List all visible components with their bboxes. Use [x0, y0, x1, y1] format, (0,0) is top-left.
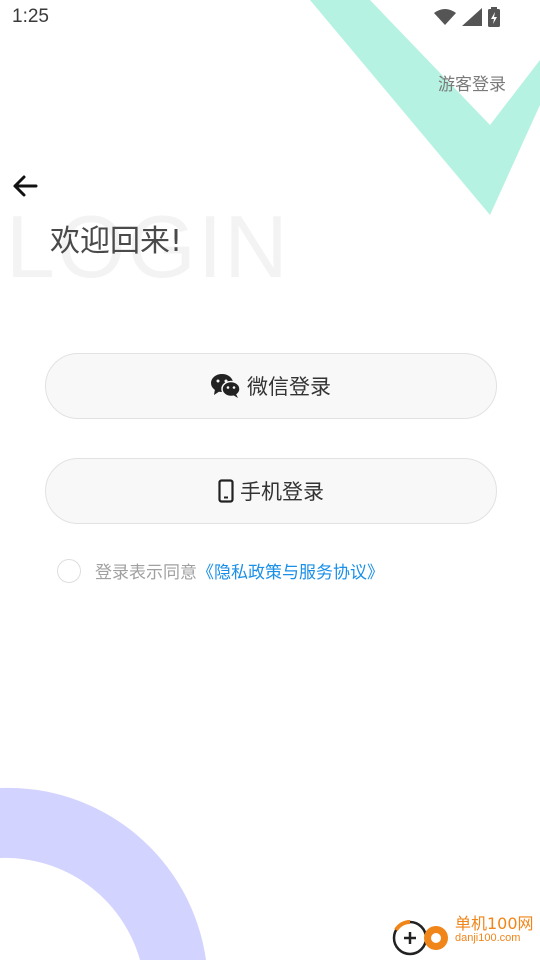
guest-login-link[interactable]: 游客登录: [438, 70, 506, 95]
privacy-policy-link[interactable]: 《隐私政策与服务协议》: [197, 558, 384, 583]
agreement-prefix: 登录表示同意: [95, 563, 197, 583]
site-name: 单机100网: [455, 914, 534, 933]
site-logo-icon: [392, 919, 448, 956]
wifi-icon: [434, 9, 456, 25]
agreement-checkbox[interactable]: [57, 558, 81, 583]
phone-login-button[interactable]: 手机登录: [45, 458, 497, 524]
decorative-v-shape: [310, 0, 540, 215]
welcome-title: 欢迎回来!: [50, 224, 183, 259]
phone-login-label: 手机登录: [240, 480, 324, 504]
mobile-phone-icon: [218, 479, 234, 503]
wechat-login-button[interactable]: 微信登录: [45, 353, 497, 419]
status-time: 1:25: [12, 6, 49, 27]
wechat-icon: [211, 374, 241, 398]
signal-icon: [462, 8, 482, 26]
wechat-login-label: 微信登录: [247, 375, 331, 399]
site-url: danji100.com: [455, 931, 521, 944]
decorative-arc-shape: [0, 787, 206, 960]
status-icons: [434, 7, 500, 27]
agreement-row: 登录表示同意 《隐私政策与服务协议》: [57, 558, 384, 583]
site-watermark: 单机100网 danji100.com: [455, 914, 534, 944]
battery-icon: [488, 7, 500, 27]
